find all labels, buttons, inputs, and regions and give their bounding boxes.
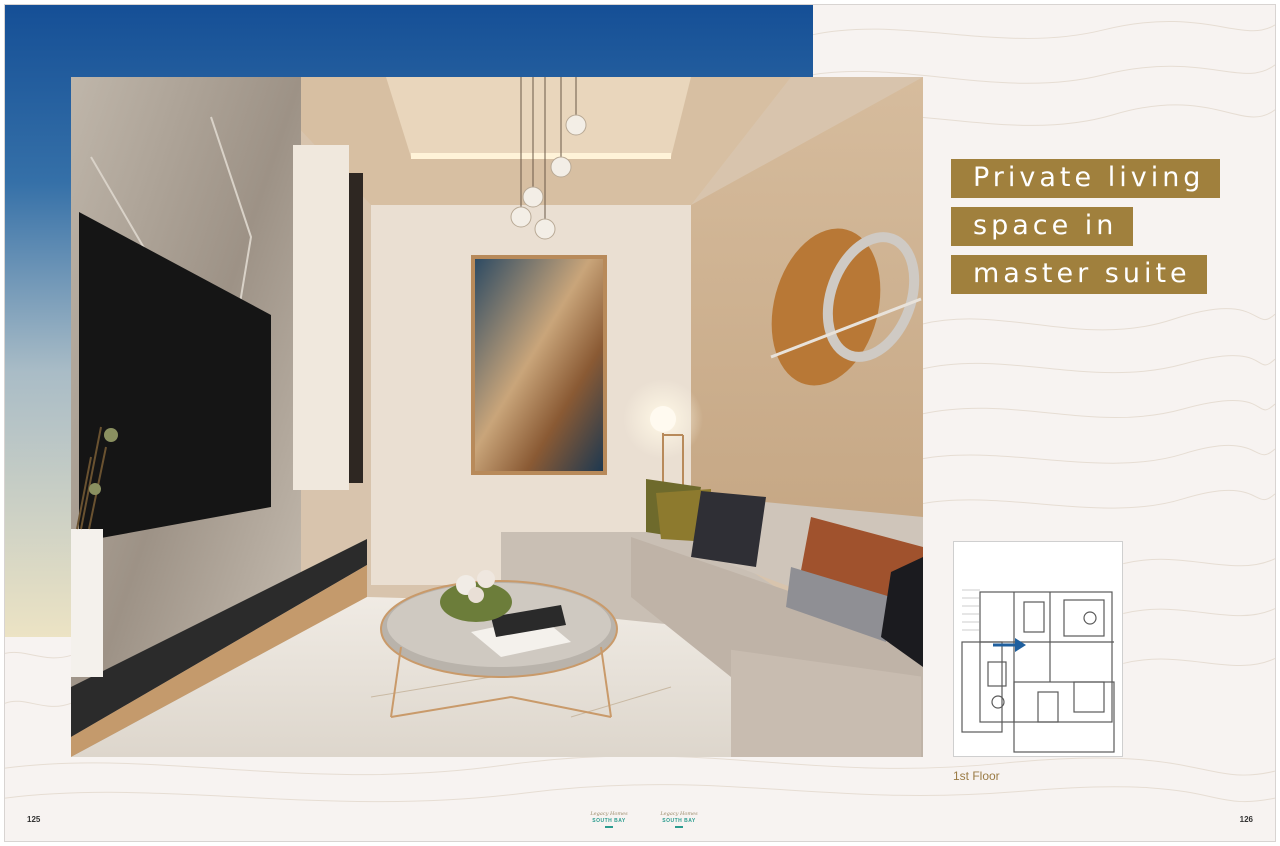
headline: Private living space in master suite xyxy=(951,159,1221,303)
brochure-spread: Private living space in master suite 1st… xyxy=(4,4,1276,842)
headline-line-1: Private living xyxy=(951,159,1221,198)
page-number-right: 126 xyxy=(1239,815,1253,824)
headline-line-3: master suite xyxy=(951,255,1207,294)
floor-label: 1st Floor xyxy=(953,769,1000,783)
brand-logo-right: Legacy Homes SOUTH BAY xyxy=(659,811,699,833)
logo-brand-right: SOUTH BAY xyxy=(662,818,696,824)
logo-mark-icon xyxy=(675,826,683,828)
interior-render-photo xyxy=(71,77,923,757)
page-number-left: 125 xyxy=(27,815,41,824)
logo-script-left: Legacy Homes xyxy=(590,811,628,817)
headline-line-2: space in xyxy=(951,207,1134,246)
brand-logo-left: Legacy Homes SOUTH BAY xyxy=(589,811,629,833)
arrow-right-icon xyxy=(993,638,1026,652)
logo-script-right: Legacy Homes xyxy=(660,811,698,817)
floor-plan-thumbnail xyxy=(953,541,1123,757)
logo-mark-icon xyxy=(605,826,613,828)
logo-brand-left: SOUTH BAY xyxy=(592,818,626,824)
